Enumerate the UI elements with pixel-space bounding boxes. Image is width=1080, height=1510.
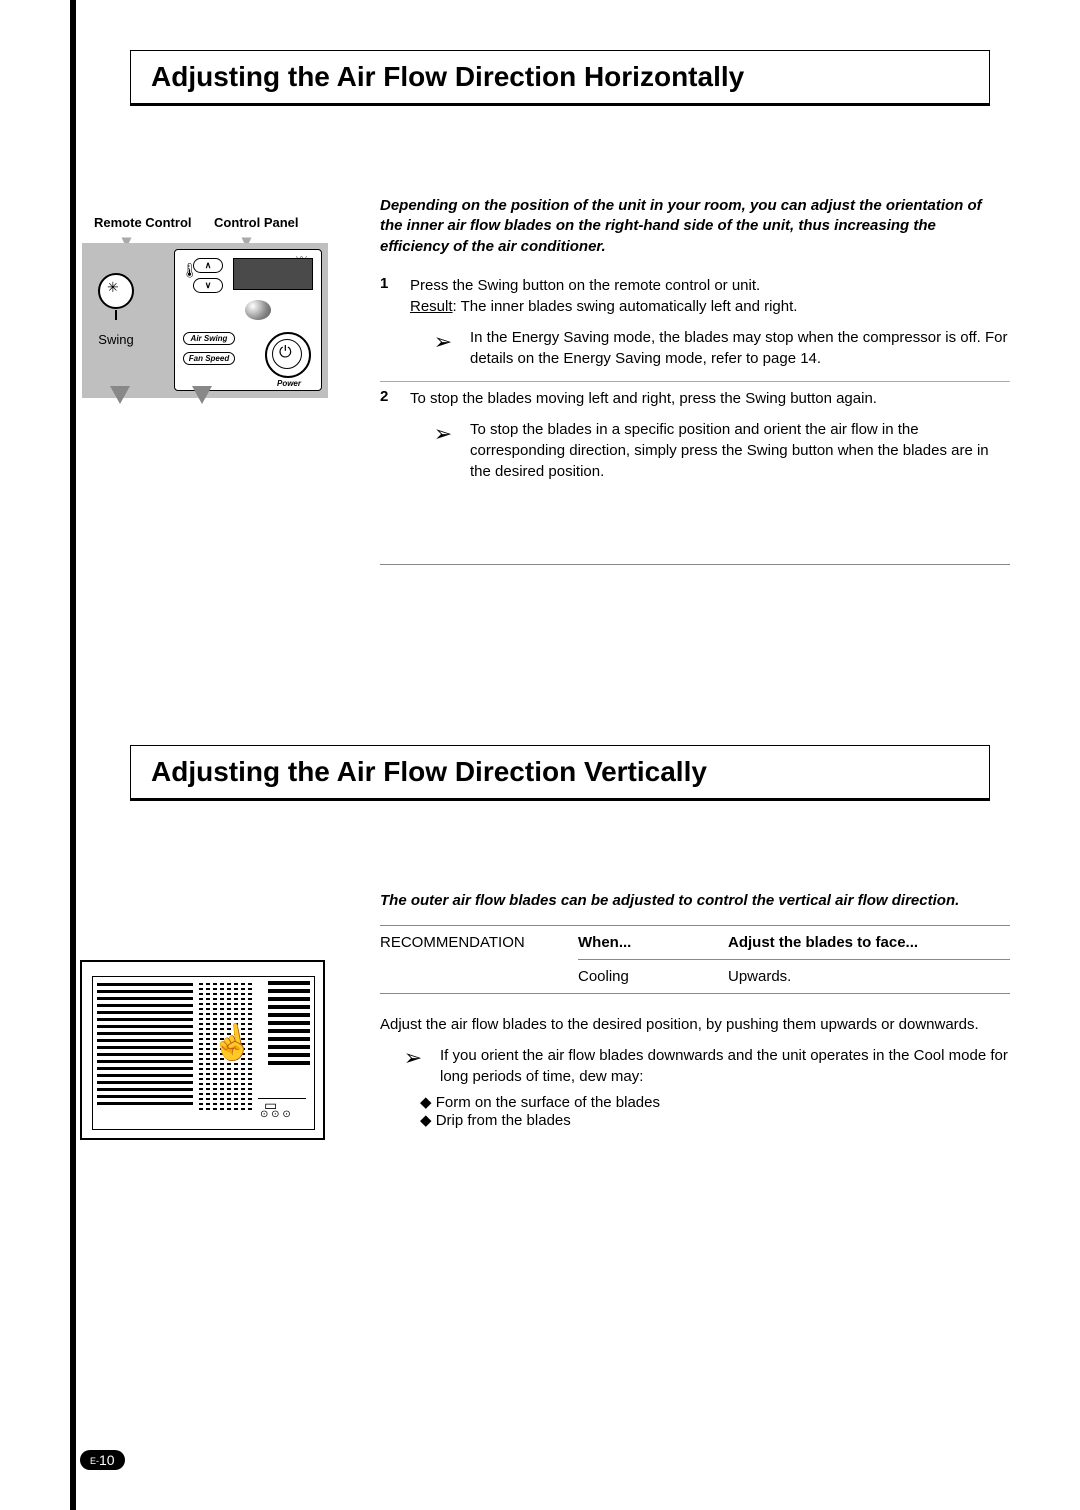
recommendation-table: RECOMMENDATION When... Adjust the blades… <box>380 925 1010 994</box>
page-number-prefix: E- <box>90 1456 99 1466</box>
cell-when: Cooling <box>578 960 728 993</box>
step1-text: Press the Swing button on the remote con… <box>410 275 1010 296</box>
air-swing-button-icon: Air Swing <box>183 332 235 345</box>
page-number-badge: E-10 <box>80 1450 125 1470</box>
panel-display-icon <box>233 258 313 290</box>
section1-title-box: Adjusting the Air Flow Direction Horizon… <box>130 50 990 106</box>
col-adjust-header: Adjust the blades to face... <box>728 926 1010 959</box>
page-number: 10 <box>99 1452 115 1468</box>
power-button-icon <box>265 332 311 378</box>
mini-panel-icon <box>258 1098 306 1125</box>
indicator-led-icon <box>245 300 271 320</box>
remote-control-label: Remote Control <box>94 215 192 230</box>
adjust-instruction: Adjust the air flow blades to the desire… <box>380 1014 1020 1035</box>
swing-label: Swing <box>96 332 136 347</box>
step1-result-text: : The inner blades swing automatically l… <box>453 298 798 315</box>
step2-text: To stop the blades moving left and right… <box>410 388 1010 409</box>
remote-line-icon <box>115 310 117 320</box>
note-arrow-icon: ➢ <box>400 1045 426 1087</box>
warn-bullets: Form on the surface of the blades Drip f… <box>420 1093 1010 1129</box>
section2-title-box: Adjusting the Air Flow Direction Vertica… <box>130 745 990 801</box>
ac-unit-illustration: ☝ <box>80 960 325 1140</box>
note-arrow-icon: ➢ <box>430 419 456 482</box>
left-spine <box>70 0 76 1510</box>
power-label: Power <box>277 379 301 388</box>
cell-adjust: Upwards. <box>728 960 1010 993</box>
section1-title: Adjusting the Air Flow Direction Horizon… <box>151 61 969 93</box>
fan-speed-button-icon: Fan Speed <box>183 352 235 365</box>
horizontal-grille-icon <box>97 983 193 1111</box>
pointer-down-panel-icon <box>192 386 212 404</box>
swing-button-icon <box>98 273 134 309</box>
side-grille-icon <box>268 981 310 1081</box>
section2-title: Adjusting the Air Flow Direction Vertica… <box>151 756 969 788</box>
recommendation-label: RECOMMENDATION <box>380 926 560 993</box>
bullet-1: Form on the surface of the blades <box>420 1093 1010 1111</box>
controls-illustration: Swing 🌡 〰 ∧ ∨ Air Swing Fan Speed Power <box>82 243 328 398</box>
temp-up-button-icon: ∧ <box>193 258 223 273</box>
section1-steps: 1 Press the Swing button on the remote c… <box>380 275 1010 494</box>
step1-result-label: Result <box>410 298 453 315</box>
note1-text: In the Energy Saving mode, the blades ma… <box>470 327 1010 369</box>
pointer-down-remote-icon <box>110 386 130 404</box>
control-panel-figure: 🌡 〰 ∧ ∨ Air Swing Fan Speed Power <box>174 249 322 391</box>
warn-text: If you orient the air flow blades downwa… <box>440 1045 1010 1087</box>
note2-text: To stop the blades in a specific positio… <box>470 419 1010 482</box>
hand-icon: ☝ <box>208 1020 257 1067</box>
section2-intro: The outer air flow blades can be adjuste… <box>380 891 1010 911</box>
col-when-header: When... <box>578 926 728 959</box>
step2-number: 2 <box>380 388 396 482</box>
section1-intro: Depending on the position of the unit in… <box>380 196 1000 257</box>
control-panel-label: Control Panel <box>214 215 299 230</box>
step1-number: 1 <box>380 275 396 369</box>
bullet-2: Drip from the blades <box>420 1111 1010 1129</box>
step-1: 1 Press the Swing button on the remote c… <box>380 275 1010 382</box>
remote-control-figure: Swing <box>96 273 136 347</box>
note-arrow-icon: ➢ <box>430 327 456 369</box>
step-2: 2 To stop the blades moving left and rig… <box>380 388 1010 494</box>
temp-down-button-icon: ∨ <box>193 278 223 293</box>
